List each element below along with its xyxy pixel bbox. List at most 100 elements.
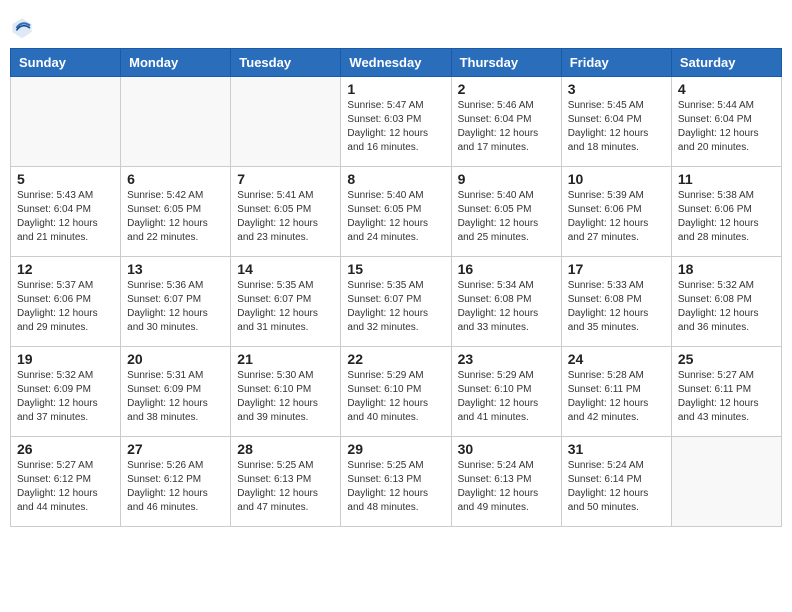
table-cell: 14Sunrise: 5:35 AMSunset: 6:07 PMDayligh…: [231, 257, 341, 347]
day-number: 18: [678, 261, 775, 277]
logo-icon: [10, 16, 34, 40]
day-number: 29: [347, 441, 444, 457]
day-info: Sunrise: 5:40 AMSunset: 6:05 PMDaylight:…: [347, 189, 444, 245]
day-info: Sunrise: 5:38 AMSunset: 6:06 PMDaylight:…: [678, 189, 775, 245]
day-info: Sunrise: 5:29 AMSunset: 6:10 PMDaylight:…: [458, 369, 555, 425]
day-number: 28: [237, 441, 334, 457]
day-info: Sunrise: 5:45 AMSunset: 6:04 PMDaylight:…: [568, 99, 665, 155]
day-number: 12: [17, 261, 114, 277]
day-number: 11: [678, 171, 775, 187]
day-number: 16: [458, 261, 555, 277]
day-number: 13: [127, 261, 224, 277]
table-cell: 6 Sunrise: 5:42 AMSunset: 6:05 PMDaylight…: [121, 167, 231, 257]
day-number: 7: [237, 171, 334, 187]
table-cell: 9 Sunrise: 5:40 AMSunset: 6:05 PMDaylight…: [451, 167, 561, 257]
day-info: Sunrise: 5:46 AMSunset: 6:04 PMDaylight:…: [458, 99, 555, 155]
day-info: Sunrise: 5:25 AMSunset: 6:13 PMDaylight:…: [347, 459, 444, 515]
table-cell: 13 Sunrise: 5:36 AMSunset: 6:07 PMDayligh…: [121, 257, 231, 347]
table-cell: 11 Sunrise: 5:38 AMSunset: 6:06 PMDayligh…: [671, 167, 781, 257]
table-cell: 17Sunrise: 5:33 AMSunset: 6:08 PMDayligh…: [561, 257, 671, 347]
table-cell: 29 Sunrise: 5:25 AMSunset: 6:13 PMDayligh…: [341, 437, 451, 527]
day-info: Sunrise: 5:32 AMSunset: 6:08 PMDaylight:…: [678, 279, 775, 335]
table-cell: 22 Sunrise: 5:29 AMSunset: 6:10 PMDayligh…: [341, 347, 451, 437]
day-info: Sunrise: 5:42 AMSunset: 6:05 PMDaylight:…: [127, 189, 224, 245]
day-info: Sunrise: 5:24 AMSunset: 6:13 PMDaylight:…: [458, 459, 555, 515]
table-cell: 19 Sunrise: 5:32 AMSunset: 6:09 PMDayligh…: [11, 347, 121, 437]
day-number: 5: [17, 171, 114, 187]
table-cell: 1 Sunrise: 5:47 AMSunset: 6:03 PMDaylight…: [341, 77, 451, 167]
day-number: 6: [127, 171, 224, 187]
table-cell: [671, 437, 781, 527]
day-info: Sunrise: 5:34 AMSunset: 6:08 PMDaylight:…: [458, 279, 555, 335]
table-cell: [11, 77, 121, 167]
day-number: 8: [347, 171, 444, 187]
day-info: Sunrise: 5:29 AMSunset: 6:10 PMDaylight:…: [347, 369, 444, 425]
day-info: Sunrise: 5:36 AMSunset: 6:07 PMDaylight:…: [127, 279, 224, 335]
table-cell: 21Sunrise: 5:30 AMSunset: 6:10 PMDayligh…: [231, 347, 341, 437]
table-cell: [231, 77, 341, 167]
day-number: 1: [347, 81, 444, 97]
table-cell: 27 Sunrise: 5:26 AMSunset: 6:12 PMDayligh…: [121, 437, 231, 527]
day-number: 22: [347, 351, 444, 367]
table-cell: 20 Sunrise: 5:31 AMSunset: 6:09 PMDayligh…: [121, 347, 231, 437]
day-info: Sunrise: 5:28 AMSunset: 6:11 PMDaylight:…: [568, 369, 665, 425]
day-info: Sunrise: 5:26 AMSunset: 6:12 PMDaylight:…: [127, 459, 224, 515]
table-cell: 3Sunrise: 5:45 AMSunset: 6:04 PMDaylight…: [561, 77, 671, 167]
table-cell: 24Sunrise: 5:28 AMSunset: 6:11 PMDayligh…: [561, 347, 671, 437]
col-monday: Monday: [121, 49, 231, 77]
col-wednesday: Wednesday: [341, 49, 451, 77]
table-cell: 31Sunrise: 5:24 AMSunset: 6:14 PMDayligh…: [561, 437, 671, 527]
day-info: Sunrise: 5:27 AMSunset: 6:12 PMDaylight:…: [17, 459, 114, 515]
week-row-1: 1 Sunrise: 5:47 AMSunset: 6:03 PMDaylight…: [11, 77, 782, 167]
day-info: Sunrise: 5:30 AMSunset: 6:10 PMDaylight:…: [237, 369, 334, 425]
week-row-5: 26 Sunrise: 5:27 AMSunset: 6:12 PMDayligh…: [11, 437, 782, 527]
day-number: 23: [458, 351, 555, 367]
table-cell: 15Sunrise: 5:35 AMSunset: 6:07 PMDayligh…: [341, 257, 451, 347]
day-info: Sunrise: 5:32 AMSunset: 6:09 PMDaylight:…: [17, 369, 114, 425]
table-cell: 8 Sunrise: 5:40 AMSunset: 6:05 PMDaylight…: [341, 167, 451, 257]
day-number: 2: [458, 81, 555, 97]
day-info: Sunrise: 5:33 AMSunset: 6:08 PMDaylight:…: [568, 279, 665, 335]
day-info: Sunrise: 5:31 AMSunset: 6:09 PMDaylight:…: [127, 369, 224, 425]
table-cell: 28 Sunrise: 5:25 AMSunset: 6:13 PMDayligh…: [231, 437, 341, 527]
day-number: 19: [17, 351, 114, 367]
day-info: Sunrise: 5:35 AMSunset: 6:07 PMDaylight:…: [347, 279, 444, 335]
week-row-4: 19 Sunrise: 5:32 AMSunset: 6:09 PMDayligh…: [11, 347, 782, 437]
day-info: Sunrise: 5:43 AMSunset: 6:04 PMDaylight:…: [17, 189, 114, 245]
calendar-table: Sunday Monday Tuesday Wednesday Thursday…: [10, 48, 782, 527]
header-row: Sunday Monday Tuesday Wednesday Thursday…: [11, 49, 782, 77]
table-cell: 2 Sunrise: 5:46 AMSunset: 6:04 PMDaylight…: [451, 77, 561, 167]
day-info: Sunrise: 5:40 AMSunset: 6:05 PMDaylight:…: [458, 189, 555, 245]
col-saturday: Saturday: [671, 49, 781, 77]
page-header: [10, 10, 782, 40]
day-info: Sunrise: 5:47 AMSunset: 6:03 PMDaylight:…: [347, 99, 444, 155]
col-tuesday: Tuesday: [231, 49, 341, 77]
day-info: Sunrise: 5:27 AMSunset: 6:11 PMDaylight:…: [678, 369, 775, 425]
table-cell: 18 Sunrise: 5:32 AMSunset: 6:08 PMDayligh…: [671, 257, 781, 347]
day-number: 26: [17, 441, 114, 457]
table-cell: 30 Sunrise: 5:24 AMSunset: 6:13 PMDayligh…: [451, 437, 561, 527]
day-number: 20: [127, 351, 224, 367]
day-number: 31: [568, 441, 665, 457]
day-number: 30: [458, 441, 555, 457]
day-number: 10: [568, 171, 665, 187]
table-cell: 23 Sunrise: 5:29 AMSunset: 6:10 PMDayligh…: [451, 347, 561, 437]
week-row-3: 12 Sunrise: 5:37 AMSunset: 6:06 PMDayligh…: [11, 257, 782, 347]
table-cell: [121, 77, 231, 167]
table-cell: 7 Sunrise: 5:41 AMSunset: 6:05 PMDaylight…: [231, 167, 341, 257]
day-info: Sunrise: 5:39 AMSunset: 6:06 PMDaylight:…: [568, 189, 665, 245]
day-number: 9: [458, 171, 555, 187]
table-cell: 4Sunrise: 5:44 AMSunset: 6:04 PMDaylight…: [671, 77, 781, 167]
table-cell: 25 Sunrise: 5:27 AMSunset: 6:11 PMDayligh…: [671, 347, 781, 437]
day-info: Sunrise: 5:25 AMSunset: 6:13 PMDaylight:…: [237, 459, 334, 515]
col-thursday: Thursday: [451, 49, 561, 77]
table-cell: 26 Sunrise: 5:27 AMSunset: 6:12 PMDayligh…: [11, 437, 121, 527]
day-info: Sunrise: 5:37 AMSunset: 6:06 PMDaylight:…: [17, 279, 114, 335]
day-number: 25: [678, 351, 775, 367]
table-cell: 16 Sunrise: 5:34 AMSunset: 6:08 PMDayligh…: [451, 257, 561, 347]
table-cell: 12 Sunrise: 5:37 AMSunset: 6:06 PMDayligh…: [11, 257, 121, 347]
day-number: 27: [127, 441, 224, 457]
day-number: 14: [237, 261, 334, 277]
day-info: Sunrise: 5:41 AMSunset: 6:05 PMDaylight:…: [237, 189, 334, 245]
col-sunday: Sunday: [11, 49, 121, 77]
